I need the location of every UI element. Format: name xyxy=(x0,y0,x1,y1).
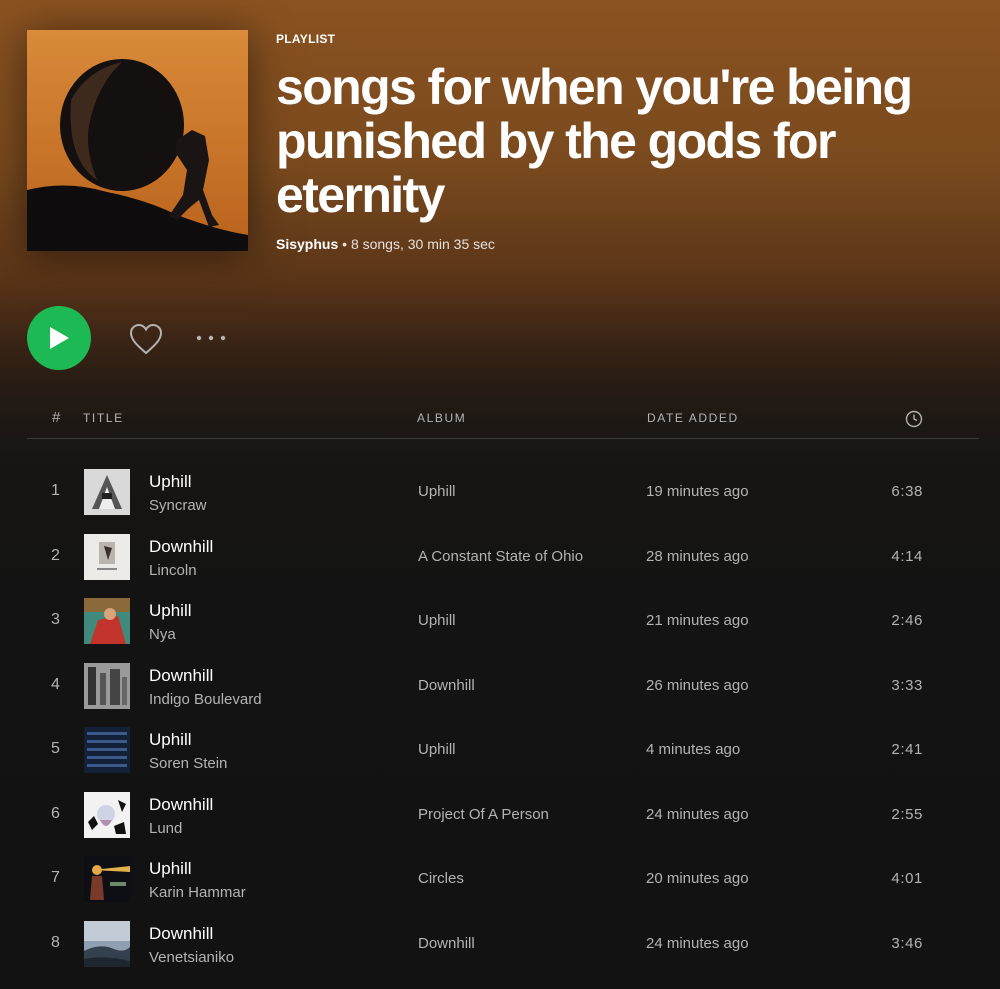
tracklist-header: # TITLE ALBUM DATE ADDED xyxy=(27,402,979,439)
more-options-button[interactable] xyxy=(195,330,227,346)
track-album[interactable]: Uphill xyxy=(418,741,456,758)
track-duration: 2:55 xyxy=(891,805,923,823)
track-title[interactable]: Uphill xyxy=(149,730,192,750)
track-thumbnail xyxy=(84,662,130,709)
track-thumbnail xyxy=(84,791,130,838)
track-album[interactable]: Downhill xyxy=(418,935,475,952)
playlist-page: PLAYLIST songs for when you're being pun… xyxy=(0,0,1000,989)
track-number: 4 xyxy=(51,675,60,693)
track-album[interactable]: Project Of A Person xyxy=(418,806,549,823)
track-artist[interactable]: Lincoln xyxy=(149,562,197,579)
header-date-added[interactable]: DATE ADDED xyxy=(647,411,739,425)
header-title[interactable]: TITLE xyxy=(83,411,124,425)
track-album[interactable]: Uphill xyxy=(418,612,456,629)
playlist-type-label: PLAYLIST xyxy=(276,32,336,46)
track-number: 6 xyxy=(51,804,60,822)
track-date-added: 4 minutes ago xyxy=(646,741,741,758)
track-thumbnail xyxy=(84,727,130,773)
track-thumbnail xyxy=(84,856,130,902)
track-duration: 2:46 xyxy=(891,612,923,629)
track-number: 5 xyxy=(51,740,60,757)
tracklist: 1 Uphill Syncraw Uphill 19 minutes ago 6… xyxy=(27,460,979,976)
track-duration: 6:38 xyxy=(891,483,923,500)
track-artist[interactable]: Syncraw xyxy=(149,497,207,514)
track-number: 1 xyxy=(51,482,60,499)
track-duration: 2:41 xyxy=(891,741,923,758)
track-album[interactable]: A Constant State of Ohio xyxy=(418,548,583,565)
track-duration: 3:33 xyxy=(891,676,923,694)
track-thumbnail xyxy=(84,469,130,515)
owner-link[interactable]: Sisyphus xyxy=(276,236,338,252)
track-date-added: 26 minutes ago xyxy=(646,676,749,694)
header-number: # xyxy=(52,409,61,426)
play-icon xyxy=(50,327,69,349)
header-album[interactable]: ALBUM xyxy=(417,411,466,425)
track-row[interactable]: 6 Downhill Lund Project Of A Person 24 m… xyxy=(27,783,979,848)
track-album[interactable]: Downhill xyxy=(418,677,475,694)
track-artist[interactable]: Indigo Boulevard xyxy=(149,691,262,708)
meta-separator: • xyxy=(338,236,351,252)
track-artist[interactable]: Venetsianiko xyxy=(149,949,234,966)
track-number: 8 xyxy=(51,933,60,951)
track-number: 3 xyxy=(51,611,60,628)
more-icon xyxy=(196,335,226,341)
playlist-summary: 8 songs, 30 min 35 sec xyxy=(350,236,495,252)
track-row[interactable]: 3 Uphill Nya Uphill 21 minutes ago 2:46 xyxy=(27,589,979,654)
track-row[interactable]: 1 Uphill Syncraw Uphill 19 minutes ago 6… xyxy=(27,460,979,525)
track-album[interactable]: Circles xyxy=(418,870,464,887)
track-date-added: 19 minutes ago xyxy=(646,483,749,500)
track-duration: 4:01 xyxy=(891,870,923,887)
track-artist[interactable]: Nya xyxy=(149,626,176,643)
track-artist[interactable]: Soren Stein xyxy=(149,755,227,772)
track-duration: 3:46 xyxy=(891,934,923,952)
track-row[interactable]: 8 Downhill Venetsianiko Downhill 24 minu… xyxy=(27,912,979,977)
track-title[interactable]: Downhill xyxy=(149,666,213,686)
track-title[interactable]: Uphill xyxy=(149,472,192,492)
track-artist[interactable]: Lund xyxy=(149,820,182,837)
action-bar xyxy=(27,306,427,370)
play-button[interactable] xyxy=(27,306,91,370)
track-title[interactable]: Downhill xyxy=(149,795,213,815)
track-thumbnail xyxy=(84,533,130,580)
track-date-added: 24 minutes ago xyxy=(646,805,749,823)
like-button[interactable] xyxy=(128,322,164,356)
playlist-header: PLAYLIST songs for when you're being pun… xyxy=(0,0,1000,280)
track-row[interactable]: 4 Downhill Indigo Boulevard Downhill 26 … xyxy=(27,654,979,719)
track-thumbnail xyxy=(84,598,130,644)
track-album[interactable]: Uphill xyxy=(418,483,456,500)
clock-icon xyxy=(905,410,923,428)
track-thumbnail xyxy=(84,920,130,967)
track-title[interactable]: Downhill xyxy=(149,537,213,557)
track-title[interactable]: Downhill xyxy=(149,924,213,944)
track-duration: 4:14 xyxy=(891,547,923,565)
header-duration[interactable] xyxy=(905,410,923,431)
track-row[interactable]: 5 Uphill Soren Stein Uphill 4 minutes ag… xyxy=(27,718,979,783)
track-artist[interactable]: Karin Hammar xyxy=(149,884,246,901)
playlist-meta: Sisyphus • 8 songs, 30 min 35 sec xyxy=(276,236,976,252)
track-title[interactable]: Uphill xyxy=(149,859,192,879)
track-date-added: 24 minutes ago xyxy=(646,934,749,952)
track-date-added: 21 minutes ago xyxy=(646,612,749,629)
track-number: 2 xyxy=(51,546,60,564)
track-date-added: 28 minutes ago xyxy=(646,547,749,565)
track-title[interactable]: Uphill xyxy=(149,601,192,621)
heart-icon xyxy=(129,323,163,355)
playlist-cover-image xyxy=(27,30,248,251)
track-row[interactable]: 2 Downhill Lincoln A Constant State of O… xyxy=(27,525,979,590)
track-number: 7 xyxy=(51,869,60,886)
track-date-added: 20 minutes ago xyxy=(646,870,749,887)
playlist-title: songs for when you're being punished by … xyxy=(276,59,913,223)
track-row[interactable]: 7 Uphill Karin Hammar Circles 20 minutes… xyxy=(27,847,979,912)
